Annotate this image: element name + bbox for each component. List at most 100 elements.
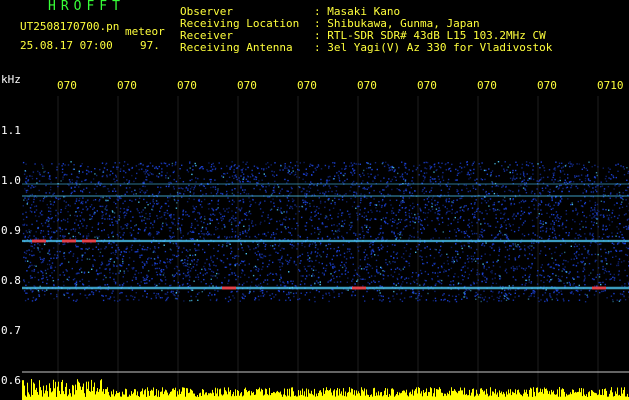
- noise-speck: [243, 282, 245, 284]
- noise-speck: [109, 269, 111, 271]
- noise-speck: [338, 198, 340, 201]
- noise-speck: [315, 280, 318, 282]
- noise-speck: [379, 191, 381, 193]
- noise-speck: [140, 272, 142, 274]
- noise-speck: [111, 231, 114, 233]
- noise-speck: [388, 167, 390, 169]
- noise-speck: [281, 212, 283, 214]
- noise-speck: [594, 253, 597, 255]
- noise-speck: [194, 254, 197, 256]
- noise-speck: [387, 223, 389, 225]
- noise-speck: [400, 293, 402, 295]
- noise-speck: [265, 163, 267, 165]
- noise-speck: [157, 176, 160, 178]
- noise-speck: [216, 208, 218, 210]
- noise-speck: [542, 225, 544, 228]
- noise-speck: [341, 212, 343, 214]
- noise-speck: [286, 293, 288, 296]
- noise-speck: [100, 196, 102, 199]
- noise-speck: [357, 250, 360, 252]
- noise-speck: [578, 163, 581, 165]
- noise-speck: [254, 299, 256, 301]
- noise-speck: [126, 209, 128, 212]
- noise-speck: [49, 263, 51, 266]
- noise-speck: [91, 226, 94, 229]
- noise-speck: [393, 271, 396, 273]
- noise-speck: [456, 250, 459, 253]
- noise-speck: [64, 235, 66, 237]
- noise-speck: [193, 192, 195, 194]
- noise-speck: [333, 277, 335, 280]
- noise-speck: [277, 252, 279, 254]
- noise-speck: [181, 164, 183, 166]
- noise-speck: [25, 292, 27, 294]
- noise-speck: [50, 236, 53, 238]
- noise-speck: [553, 230, 556, 232]
- noise-speck: [324, 270, 327, 272]
- noise-speck: [119, 211, 121, 213]
- noise-speck: [503, 168, 505, 170]
- noise-speck: [537, 270, 539, 272]
- noise-speck: [524, 289, 526, 292]
- noise-speck: [451, 163, 453, 166]
- noise-speck: [131, 200, 133, 202]
- noise-speck: [476, 248, 478, 251]
- noise-speck: [298, 206, 301, 208]
- noise-speck: [310, 211, 313, 214]
- noise-speck: [385, 217, 387, 219]
- noise-speck: [441, 175, 444, 177]
- noise-speck: [167, 196, 169, 199]
- noise-speck: [480, 300, 482, 303]
- noise-speck: [372, 298, 374, 300]
- noise-speck: [428, 208, 430, 211]
- noise-speck: [175, 180, 178, 183]
- noise-speck: [583, 275, 586, 277]
- noise-speck: [383, 189, 385, 191]
- noise-speck: [239, 181, 241, 183]
- noise-speck: [388, 178, 390, 180]
- noise-speck: [76, 182, 78, 184]
- noise-speck: [609, 278, 611, 281]
- noise-speck: [227, 300, 230, 303]
- noise-speck: [426, 198, 429, 200]
- noise-speck: [309, 218, 311, 220]
- noise-speck: [71, 179, 73, 181]
- noise-speck: [595, 222, 598, 224]
- noise-speck: [160, 205, 163, 208]
- noise-speck: [341, 220, 344, 222]
- noise-speck: [548, 169, 551, 171]
- noise-speck: [361, 215, 363, 217]
- noise-speck: [238, 222, 241, 224]
- noise-speck: [523, 211, 526, 213]
- noise-speck: [305, 222, 308, 224]
- noise-speck: [288, 218, 291, 220]
- noise-speck: [394, 169, 396, 171]
- noise-speck: [50, 293, 52, 295]
- noise-speck: [256, 184, 258, 187]
- noise-speck: [139, 256, 141, 259]
- noise-speck: [40, 261, 43, 264]
- noise-speck: [610, 295, 613, 297]
- noise-speck: [338, 250, 340, 252]
- noise-speck: [251, 281, 253, 283]
- noise-speck: [149, 248, 151, 250]
- noise-speck: [231, 181, 233, 184]
- noise-speck: [22, 218, 25, 221]
- noise-speck: [113, 265, 115, 267]
- noise-speck: [150, 233, 152, 235]
- noise-speck: [182, 210, 184, 213]
- noise-speck: [33, 285, 35, 287]
- noise-speck: [152, 165, 154, 167]
- noise-speck: [445, 237, 447, 239]
- noise-speck: [356, 280, 358, 282]
- noise-speck: [323, 193, 326, 195]
- noise-speck: [392, 260, 394, 263]
- noise-speck: [304, 246, 306, 248]
- noise-speck: [189, 254, 191, 256]
- noise-speck: [304, 199, 306, 202]
- noise-speck: [101, 294, 103, 297]
- noise-speck: [229, 264, 231, 266]
- noise-speck: [547, 176, 549, 178]
- noise-speck: [373, 176, 376, 178]
- noise-speck: [198, 213, 201, 215]
